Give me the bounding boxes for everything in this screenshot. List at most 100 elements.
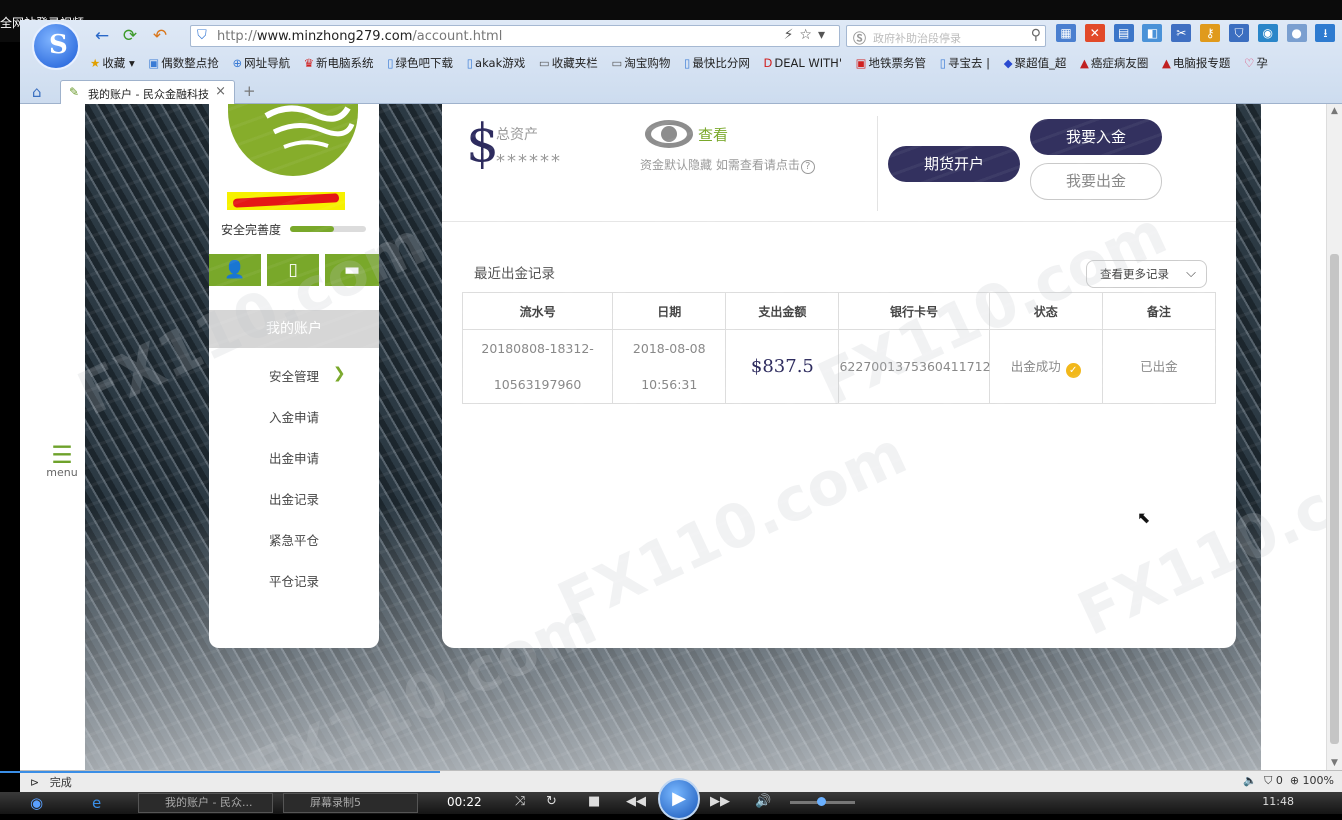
serial-line: 10563197960 [493, 376, 582, 392]
bookmark-item[interactable]: ▯ 绿色吧下载 [387, 55, 453, 71]
stop-icon[interactable]: ■ [588, 794, 600, 809]
withdraw-button[interactable]: 我要出金 [1030, 163, 1162, 200]
bookmark-item[interactable]: ▲ 癌症病友圈 [1080, 55, 1148, 71]
watermark: FX110.com [237, 588, 607, 770]
scroll-up-icon[interactable]: ▲ [1331, 106, 1338, 116]
bookmark-item[interactable]: ▲ 电脑报专题 [1162, 55, 1230, 71]
bookmark-item[interactable]: ♛ 新电脑系统 [304, 55, 374, 71]
repeat-icon[interactable]: ↻ [546, 794, 557, 809]
system-clock: 11:48 [1262, 795, 1294, 808]
profile-button[interactable]: 👤 [209, 254, 261, 286]
card-icon: ▬ [343, 260, 361, 280]
refresh-icon[interactable]: ⟳ [120, 26, 140, 46]
total-assets-masked: ****** [496, 151, 562, 172]
back-arrow-icon[interactable]: ← [92, 26, 112, 46]
ie-icon[interactable]: e [92, 794, 101, 812]
column-header-amount: 支出金额 [725, 292, 840, 330]
sidebar-item-deposit[interactable]: 入金申请 [209, 407, 379, 426]
date-cell: 2018-08-08 10:56:31 [612, 329, 727, 404]
scroll-down-icon[interactable]: ▼ [1331, 758, 1338, 768]
sidebar-item-withdraw[interactable]: 出金申请 [209, 448, 379, 467]
undo-icon[interactable]: ↶ [150, 26, 170, 46]
hidden-funds-note: 资金默认隐藏 如需查看请点击? [640, 156, 815, 174]
hamburger-icon: ☰ [51, 441, 73, 469]
bookmark-item[interactable]: ▣ 偶数整点抢 [148, 55, 218, 71]
bookmark-item[interactable]: D DEAL WITH' [763, 56, 842, 70]
zoom-icon[interactable]: ⊕ [1290, 774, 1299, 787]
watermark: FX110.com [807, 198, 1177, 420]
bank-card-button[interactable]: ▬ [325, 254, 379, 286]
download-icon[interactable]: ⭳ [1315, 24, 1336, 42]
help-icon[interactable]: ? [800, 160, 815, 174]
shuffle-icon[interactable]: ⤨ [515, 794, 525, 809]
phone-button[interactable]: ▯ [267, 254, 319, 286]
watermark: FX110.com [1067, 428, 1326, 650]
toolbar-icon[interactable]: ▤ [1113, 24, 1134, 42]
browser-tab[interactable]: ✎ 我的账户 - 民众金融科技 × [60, 80, 235, 104]
serial-line: 20180808-18312- [481, 340, 594, 356]
sidebar-item-close-records[interactable]: 平仓记录 [209, 571, 379, 590]
video-progress-bar[interactable] [0, 771, 440, 773]
scissors-icon[interactable]: ✂ [1171, 24, 1192, 42]
volume-thumb[interactable] [817, 797, 826, 806]
close-tab-icon[interactable]: × [215, 84, 226, 99]
view-more-records-button[interactable]: 查看更多记录 ⌵ [1086, 260, 1207, 288]
sidebar-item-emergency-close[interactable]: 紧急平仓 [209, 530, 379, 549]
start-orb-icon[interactable]: ◉ [30, 794, 43, 812]
sidebar-toggle-icon[interactable]: ⊳ [30, 776, 39, 789]
bookmark-item[interactable]: ▯ 寻宝去 | [940, 55, 990, 71]
taskbar-recorder-window[interactable]: 屏幕录制5 [283, 793, 418, 813]
eye-icon[interactable] [643, 116, 695, 152]
search-icon[interactable]: ⚲ [1031, 27, 1041, 43]
toolbar-icon[interactable]: ● [1286, 24, 1307, 42]
star-icon[interactable]: ⚡☆▾ [784, 27, 831, 43]
bookmark-item[interactable]: ◆ 聚超值_超 [1004, 55, 1067, 71]
bookmark-folder[interactable]: ▭ 淘宝购物 [611, 55, 670, 71]
bookmark-item[interactable]: ▯ 最快比分网 [684, 55, 750, 71]
volume-icon[interactable]: 🔊 [755, 794, 771, 809]
column-header-status: 状态 [988, 292, 1103, 330]
security-label: 安全完善度 [221, 223, 282, 237]
shield-count-icon[interactable]: ⛉ [1264, 774, 1272, 787]
status-done: 完成 [49, 776, 72, 789]
note-cell: 已出金 [1101, 329, 1217, 404]
bookmark-item[interactable]: ♡ 孕 [1244, 55, 1268, 71]
zoom-level[interactable]: 100% [1303, 774, 1334, 787]
toolbar-icon[interactable]: ◧ [1142, 24, 1163, 42]
bookmark-folder[interactable]: ▭ 收藏夹栏 [539, 55, 598, 71]
new-tab-icon[interactable]: + [243, 82, 256, 100]
mute-icon[interactable]: 🔈 [1243, 774, 1257, 787]
scrollbar-thumb[interactable] [1330, 254, 1339, 744]
view-assets-link[interactable]: 查看 [698, 124, 728, 145]
sidebar-item-withdraw-records[interactable]: 出金记录 [209, 489, 379, 508]
search-box[interactable]: Ⓢ 政府补助治段停录 ⚲ [846, 25, 1046, 47]
menu-toggle[interactable]: ☰ menu [44, 441, 80, 479]
open-futures-account-button[interactable]: 期货开户 [888, 146, 1020, 182]
column-header-serial: 流水号 [461, 292, 614, 330]
deposit-button[interactable]: 我要入金 [1030, 119, 1162, 155]
watermark: FX110.com [67, 208, 437, 430]
key-icon[interactable]: ⚷ [1200, 24, 1221, 42]
toolbar-icon[interactable]: ✕ [1084, 24, 1105, 42]
status-text: 出金成功 [1010, 358, 1061, 374]
status-cell: 出金成功 ✓ [988, 329, 1103, 404]
home-icon[interactable]: ⌂ [32, 83, 42, 101]
fast-forward-icon[interactable]: ▶▶ [710, 794, 730, 809]
toolbar-icon[interactable]: ◉ [1257, 24, 1278, 42]
bookmark-item[interactable]: ▯ akak游戏 [467, 55, 526, 71]
avatar [228, 104, 358, 176]
rewind-icon[interactable]: ◀◀ [626, 794, 646, 809]
bookmark-item[interactable]: ▣ 地铁票务管 [856, 55, 926, 71]
security-shield-icon: ⛉ [197, 28, 207, 43]
bookmark-item[interactable]: ⊕ 网址导航 [232, 55, 290, 71]
date-line: 2018-08-08 [632, 340, 706, 356]
playback-time: 00:22 [447, 795, 482, 809]
bookmark-item[interactable]: ★ 收藏 ▾ [90, 55, 135, 71]
page-scrollbar[interactable]: ▲ ▼ [1326, 104, 1342, 770]
taskbar-browser-window[interactable]: 我的账户 - 民众... [138, 793, 273, 813]
my-account-header[interactable]: 我的账户 [209, 310, 379, 348]
shield-icon[interactable]: ⛉ [1228, 24, 1249, 42]
toolbar-icon[interactable]: ▦ [1056, 24, 1076, 42]
sidebar-item-security[interactable]: 安全管理 ❯ [209, 364, 379, 385]
address-bar[interactable]: ⛉ http://www.minzhong279.com/account.htm… [190, 25, 840, 47]
